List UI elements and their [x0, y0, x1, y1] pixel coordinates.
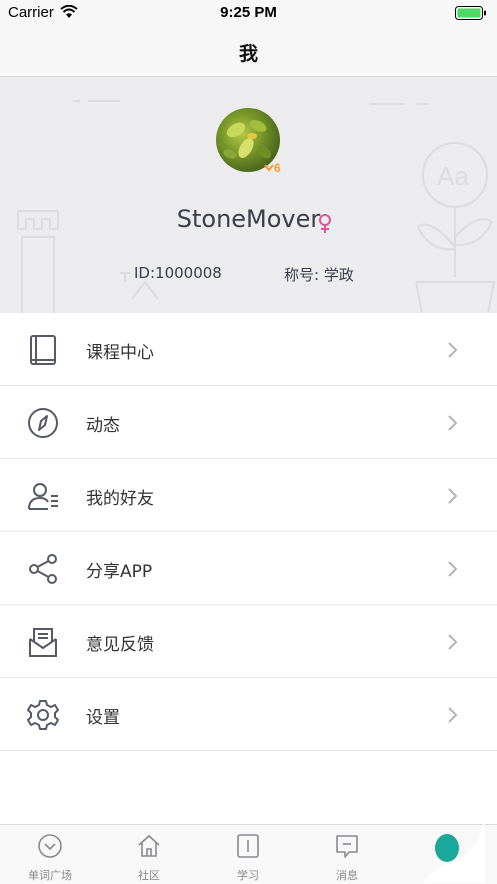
page-title: 我 — [238, 43, 258, 65]
menu-item-course-center[interactable]: 课程中心 — [0, 313, 497, 386]
menu-item-label: 分享APP — [86, 562, 153, 582]
menu-item-label: 意见反馈 — [86, 635, 154, 655]
friends-icon — [26, 479, 60, 513]
chevron-right-icon — [447, 341, 459, 364]
chevron-circle-icon — [37, 833, 63, 864]
chevron-right-icon — [447, 560, 459, 583]
menu-item-my-friends[interactable]: 我的好友 — [0, 459, 497, 532]
menu-item-feedback[interactable]: 意见反馈 — [0, 605, 497, 678]
chevron-right-icon — [447, 414, 459, 437]
menu-item-label: 动态 — [86, 416, 120, 436]
tab-label: 学习 — [237, 869, 259, 882]
tab-label: 社区 — [138, 869, 160, 882]
profile-header: Aa 6 StoneMover ID:1000008 称号: 学政 — [0, 77, 497, 313]
tab-label: 消息 — [336, 869, 358, 882]
feedback-mail-icon — [26, 625, 60, 659]
compass-icon — [26, 406, 60, 440]
tab-word-square[interactable]: 单词广场 — [0, 825, 100, 884]
chevron-right-icon — [447, 706, 459, 729]
menu-list: 课程中心 动态 我的好友 分享APP 意见反馈 设置 — [0, 313, 497, 751]
female-gender-icon — [318, 214, 332, 239]
level-number: 6 — [274, 161, 281, 175]
tab-study[interactable]: 学习 — [198, 825, 298, 884]
menu-item-label: 我的好友 — [86, 489, 154, 509]
clock-time: 9:25 PM — [220, 4, 277, 21]
navigation-bar: 我 — [0, 26, 497, 77]
menu-item-activity[interactable]: 动态 — [0, 386, 497, 459]
book-icon — [26, 333, 60, 367]
chevron-right-icon — [447, 633, 459, 656]
chevron-right-icon — [447, 487, 459, 510]
username: StoneMover — [176, 205, 321, 233]
book-box-icon — [235, 833, 261, 864]
level-badge: 6 — [264, 161, 281, 175]
message-icon — [334, 833, 360, 864]
menu-item-label: 课程中心 — [86, 343, 154, 363]
user-title: 称号: 学政 — [284, 266, 354, 284]
tab-messages[interactable]: 消息 — [297, 825, 397, 884]
level-arrow-icon — [264, 164, 274, 172]
tab-label: 单词广场 — [28, 869, 72, 882]
user-id: ID:1000008 — [134, 264, 222, 282]
menu-item-label: 设置 — [86, 708, 120, 728]
status-bar: Carrier 9:25 PM — [0, 0, 497, 26]
battery-icon — [455, 6, 487, 25]
menu-item-settings[interactable]: 设置 — [0, 678, 497, 751]
tab-community[interactable]: 社区 — [99, 825, 199, 884]
profile-tab-highlight-icon[interactable] — [423, 808, 485, 883]
menu-item-share-app[interactable]: 分享APP — [0, 532, 497, 605]
svg-text:Aa: Aa — [437, 161, 469, 191]
settings-gear-icon — [26, 698, 60, 732]
share-icon — [26, 552, 60, 586]
house-icon — [136, 833, 162, 864]
